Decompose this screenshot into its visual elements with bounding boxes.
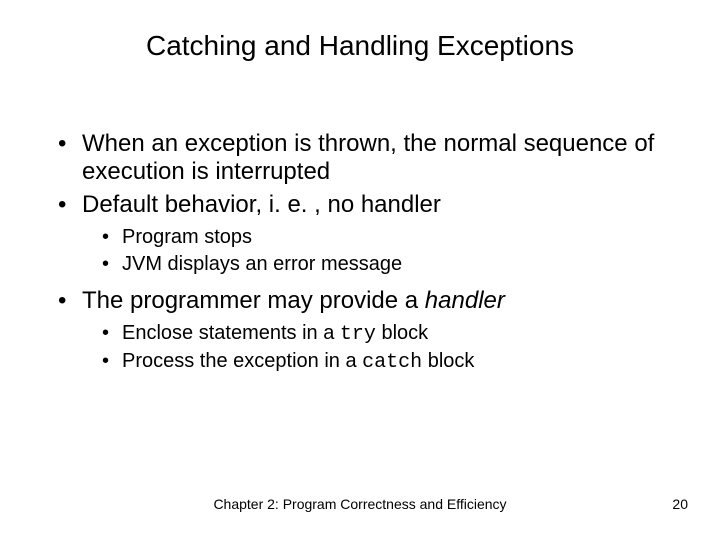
sub-bullet-text-pre: Enclose statements in a	[122, 322, 340, 344]
slide-body: When an exception is thrown, the normal …	[54, 130, 664, 385]
sub-bullet-text-post: block	[422, 350, 474, 372]
sub-bullet-item: Enclose statements in a try block	[100, 321, 664, 347]
bullet-text-emphasis: handler	[425, 287, 505, 314]
slide-title: Catching and Handling Exceptions	[0, 30, 720, 62]
bullet-item: When an exception is thrown, the normal …	[54, 130, 664, 187]
sub-bullet-item: Process the exception in a catch block	[100, 349, 664, 375]
sub-bullet-text-post: block	[376, 322, 428, 344]
footer-page-number: 20	[672, 496, 688, 512]
bullet-item: The programmer may provide a handler Enc…	[54, 287, 664, 375]
sub-bullet-text: JVM displays an error message	[122, 253, 402, 275]
bullet-text-pre: The programmer may provide a	[82, 287, 425, 314]
sub-bullet-item: JVM displays an error message	[100, 252, 664, 277]
bullet-item: Default behavior, i. e. , no handler Pro…	[54, 191, 664, 277]
sub-bullet-text-pre: Process the exception in a	[122, 350, 362, 372]
bullet-list: When an exception is thrown, the normal …	[54, 130, 664, 375]
sub-bullet-list: Program stops JVM displays an error mess…	[82, 225, 664, 277]
sub-bullet-item: Program stops	[100, 225, 664, 250]
sub-bullet-text: Program stops	[122, 226, 252, 248]
footer-chapter: Chapter 2: Program Correctness and Effic…	[0, 496, 720, 512]
code-text: catch	[362, 351, 422, 374]
bullet-text: Default behavior, i. e. , no handler	[82, 191, 441, 218]
code-text: try	[340, 323, 376, 346]
sub-bullet-list: Enclose statements in a try block Proces…	[82, 321, 664, 375]
bullet-text: When an exception is thrown, the normal …	[82, 130, 654, 185]
slide: Catching and Handling Exceptions When an…	[0, 0, 720, 540]
